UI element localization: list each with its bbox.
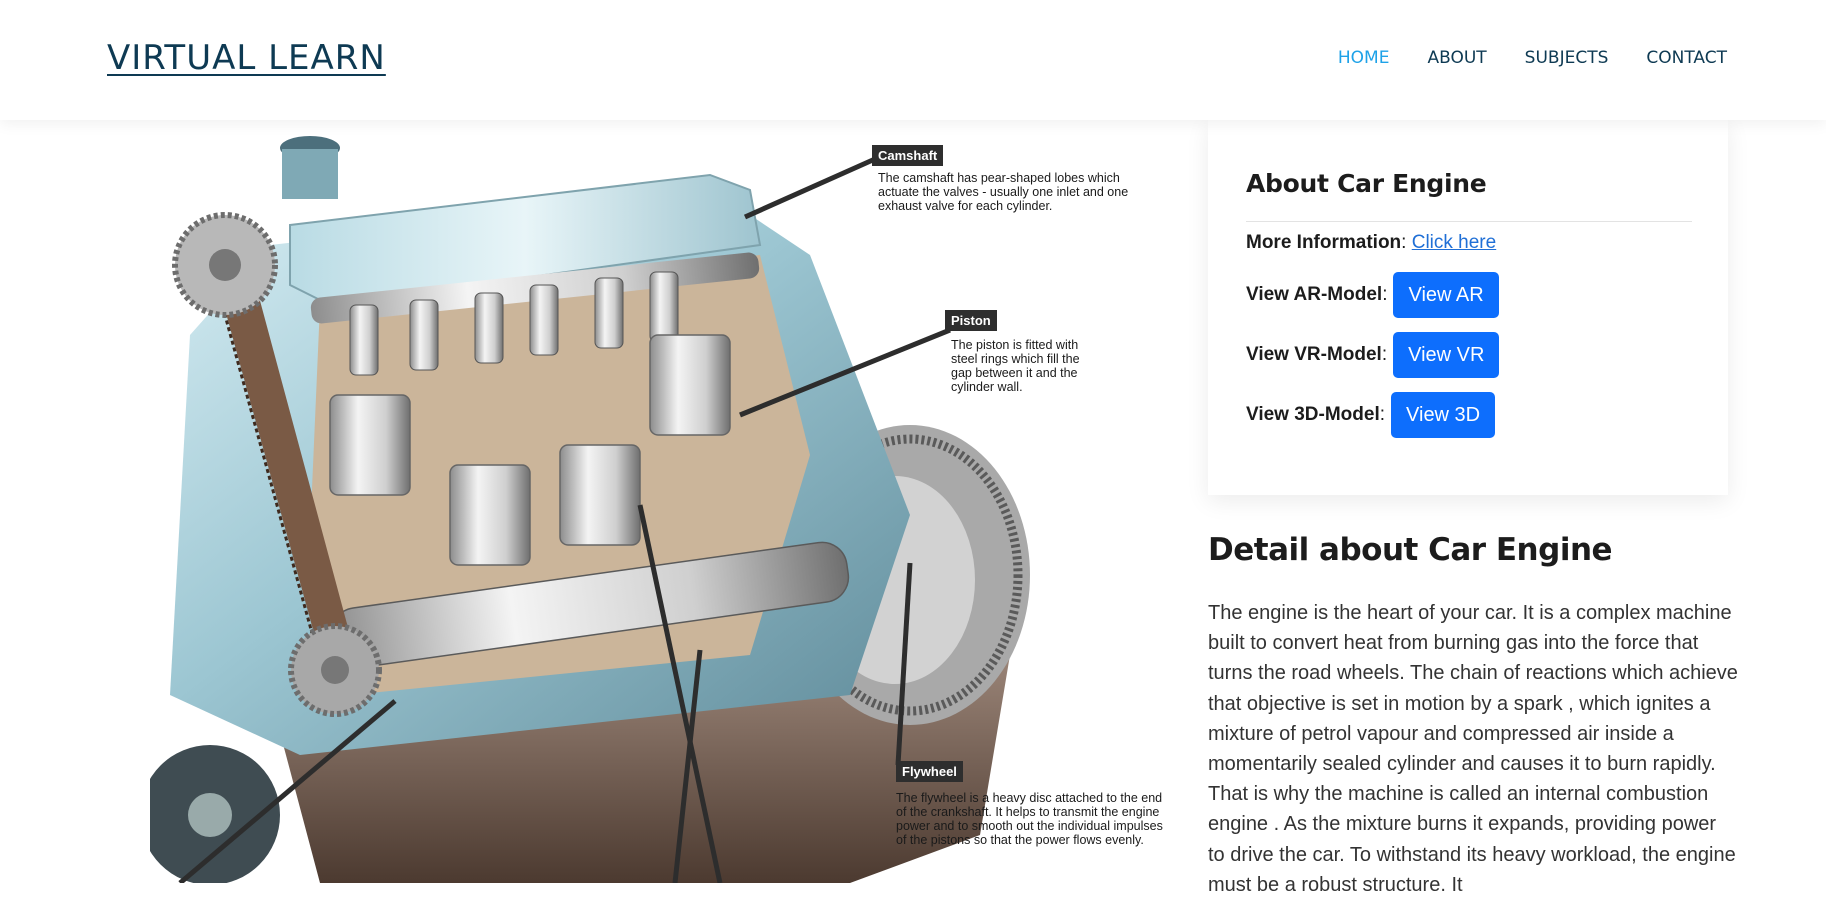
about-divider	[1246, 221, 1692, 222]
view-3d-button[interactable]: View 3D	[1391, 392, 1496, 438]
camshaft-tag: Camshaft	[872, 145, 944, 166]
flywheel-description: The flywheel is a heavy disc attached to…	[896, 791, 1163, 847]
colon: :	[1401, 232, 1412, 253]
main-nav: HOME ABOUT SUBJECTS CONTACT	[1338, 48, 1727, 68]
colon: :	[1379, 404, 1386, 425]
site-logo[interactable]: VIRTUAL LEARN	[107, 38, 386, 78]
nav-subjects[interactable]: SUBJECTS	[1525, 48, 1609, 68]
engine-drawing	[150, 136, 1030, 883]
about-title: About Car Engine	[1246, 169, 1487, 198]
flywheel-tag: Flywheel	[896, 761, 963, 782]
detail-paragraph: The engine is the heart of your car. It …	[1208, 602, 1738, 896]
ar-model-label: View AR-Model	[1246, 284, 1383, 305]
piston-tag: Piston	[945, 310, 997, 331]
view-vr-button[interactable]: View VR	[1393, 332, 1500, 378]
nav-contact[interactable]: CONTACT	[1646, 48, 1727, 68]
ar-model-row: View AR-Model: View AR	[1246, 272, 1499, 318]
vr-model-row: View VR-Model: View VR	[1246, 332, 1500, 378]
colon: :	[1382, 284, 1388, 305]
about-card: About Car Engine More Information: Click…	[1208, 120, 1728, 495]
colon: :	[1381, 344, 1388, 365]
nav-home[interactable]: HOME	[1338, 48, 1390, 68]
more-info-link[interactable]: Click here	[1412, 232, 1496, 254]
view-ar-button[interactable]: View AR	[1393, 272, 1499, 318]
3d-model-label: View 3D-Model	[1246, 404, 1380, 425]
more-info-label: More Information	[1246, 232, 1402, 253]
vr-model-label: View VR-Model	[1246, 344, 1382, 365]
3d-model-row: View 3D-Model: View 3D	[1246, 392, 1496, 438]
detail-title: Detail about Car Engine	[1208, 532, 1613, 568]
more-info-row: More Information: Click here	[1246, 232, 1496, 254]
engine-cutaway-image: Camshaft The camshaft has pear-shaped lo…	[150, 135, 1170, 883]
camshaft-description: The camshaft has pear-shaped lobes which…	[878, 171, 1129, 213]
nav-about[interactable]: ABOUT	[1427, 48, 1486, 68]
site-header: VIRTUAL LEARN HOME ABOUT SUBJECTS CONTAC…	[0, 0, 1826, 120]
piston-description: The piston is fitted with steel rings wh…	[951, 338, 1080, 394]
